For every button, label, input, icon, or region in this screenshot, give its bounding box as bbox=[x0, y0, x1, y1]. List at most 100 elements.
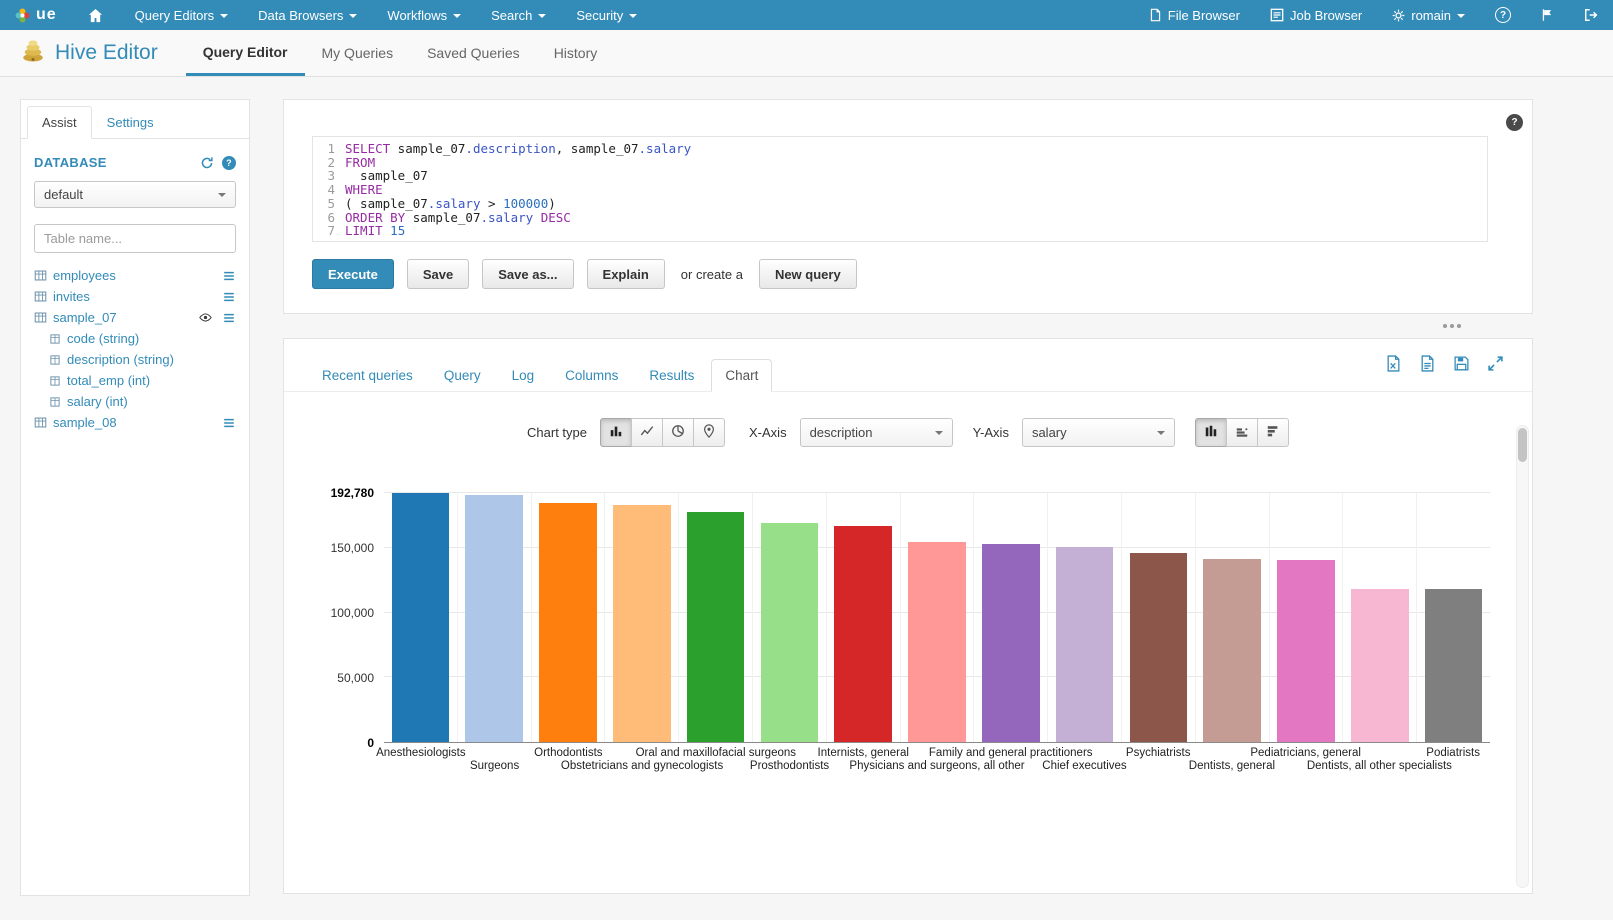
results-tabs: Recent queriesQueryLogColumnsResultsChar… bbox=[308, 359, 775, 391]
chart-bar[interactable] bbox=[761, 523, 819, 742]
table-icon bbox=[34, 311, 47, 324]
chart-bar[interactable] bbox=[982, 544, 1040, 742]
bars-stacked-button[interactable] bbox=[1226, 418, 1258, 447]
chart-type-map-button[interactable] bbox=[693, 418, 725, 447]
or-create-text: or create a bbox=[681, 267, 743, 282]
chevron-down-icon bbox=[538, 14, 546, 18]
chart-y-axis: 050,000100,000150,000192,780 bbox=[284, 493, 384, 743]
nav-menu-search[interactable]: Search bbox=[476, 0, 561, 30]
y-tick-label: 50,000 bbox=[337, 671, 374, 685]
home-button[interactable] bbox=[71, 0, 120, 30]
chart-bar[interactable] bbox=[1130, 553, 1188, 742]
results-tab-recent-queries[interactable]: Recent queries bbox=[308, 359, 427, 392]
chart-bar[interactable] bbox=[1425, 589, 1483, 742]
y-tick-label: 150,000 bbox=[331, 541, 374, 555]
brand-text: ue bbox=[36, 6, 57, 24]
main-column: ? 1SELECT sample_07.description, sample_… bbox=[283, 99, 1533, 894]
results-scrollbar[interactable] bbox=[1516, 425, 1529, 888]
chart-bar[interactable] bbox=[392, 493, 450, 742]
x-tick-label: Internists, general bbox=[818, 747, 909, 759]
results-tab-results[interactable]: Results bbox=[635, 359, 708, 392]
execute-button[interactable]: Execute bbox=[312, 259, 394, 289]
chart-bar[interactable] bbox=[1203, 559, 1261, 743]
y-axis-select[interactable]: salary bbox=[1022, 418, 1175, 447]
new-query-button[interactable]: New query bbox=[759, 259, 857, 289]
chart-bar[interactable] bbox=[539, 503, 597, 742]
nav-menu-data-browsers[interactable]: Data Browsers bbox=[243, 0, 372, 30]
hue-logo[interactable]: ue bbox=[0, 0, 71, 30]
flag-icon bbox=[1541, 8, 1554, 22]
table-icon bbox=[34, 416, 47, 429]
column-row[interactable]: description (string) bbox=[34, 349, 236, 370]
nav-menu-label: Query Editors bbox=[135, 8, 214, 23]
column-row[interactable]: total_emp (int) bbox=[34, 370, 236, 391]
line-chart-icon bbox=[640, 424, 654, 441]
chart-type-pie-button[interactable] bbox=[662, 418, 694, 447]
table-filter-input[interactable] bbox=[34, 224, 236, 253]
line-number: 4 bbox=[313, 183, 345, 197]
feedback-button[interactable] bbox=[1526, 0, 1569, 30]
bars-grouped-button[interactable] bbox=[1195, 418, 1227, 447]
chart-bar[interactable] bbox=[1056, 547, 1114, 743]
nav-menu-query-editors[interactable]: Query Editors bbox=[120, 0, 243, 30]
x-axis-select[interactable]: description bbox=[800, 418, 953, 447]
panel-resize-handle-icon[interactable] bbox=[1443, 324, 1447, 328]
sql-editor[interactable]: 1SELECT sample_07.description, sample_07… bbox=[312, 136, 1488, 242]
table-row-invites[interactable]: invites bbox=[34, 286, 236, 307]
chart-bar[interactable] bbox=[908, 542, 966, 742]
chart-bar[interactable] bbox=[613, 505, 671, 742]
logout-button[interactable] bbox=[1569, 0, 1613, 30]
assist-tab-settings[interactable]: Settings bbox=[92, 106, 169, 139]
results-card: Recent queriesQueryLogColumnsResultsChar… bbox=[283, 338, 1533, 894]
help-button[interactable]: ? bbox=[1480, 0, 1526, 30]
user-menu[interactable]: romain bbox=[1377, 0, 1480, 30]
fullscreen-icon[interactable] bbox=[1487, 355, 1504, 372]
download-csv-icon[interactable] bbox=[1419, 355, 1436, 372]
chart-bar[interactable] bbox=[1351, 589, 1409, 742]
nav-menu-security[interactable]: Security bbox=[561, 0, 652, 30]
database-select[interactable]: default bbox=[34, 181, 236, 208]
resize-row bbox=[283, 314, 1533, 338]
table-details-icon[interactable] bbox=[222, 416, 236, 430]
tab-my-queries[interactable]: My Queries bbox=[305, 30, 411, 76]
column-row[interactable]: code (string) bbox=[34, 328, 236, 349]
bars-horizontal-button[interactable] bbox=[1257, 418, 1289, 447]
column-row[interactable]: salary (int) bbox=[34, 391, 236, 412]
download-xls-icon[interactable] bbox=[1385, 355, 1402, 372]
editor-help-icon[interactable]: ? bbox=[1506, 114, 1523, 131]
tab-query-editor[interactable]: Query Editor bbox=[186, 30, 305, 76]
refresh-icon[interactable] bbox=[200, 156, 214, 170]
job-browser-link[interactable]: Job Browser bbox=[1255, 0, 1377, 30]
chart-type-line-button[interactable] bbox=[631, 418, 663, 447]
database-help-icon[interactable]: ? bbox=[222, 156, 236, 170]
table-details-icon[interactable] bbox=[222, 290, 236, 304]
results-tab-log[interactable]: Log bbox=[498, 359, 549, 392]
save-results-icon[interactable] bbox=[1453, 355, 1470, 372]
chart-bar[interactable] bbox=[1277, 560, 1335, 742]
table-details-icon[interactable] bbox=[222, 311, 236, 325]
eye-icon[interactable] bbox=[198, 311, 213, 324]
chart-type-bars-button[interactable] bbox=[600, 418, 632, 447]
chart-bar[interactable] bbox=[687, 512, 745, 742]
assist-tab-assist[interactable]: Assist bbox=[27, 106, 92, 139]
table-details-icon[interactable] bbox=[222, 269, 236, 283]
results-tab-query[interactable]: Query bbox=[430, 359, 495, 392]
table-row-employees[interactable]: employees bbox=[34, 265, 236, 286]
tab-history[interactable]: History bbox=[537, 30, 615, 76]
chart-bar[interactable] bbox=[465, 495, 523, 742]
nav-menu-workflows[interactable]: Workflows bbox=[372, 0, 476, 30]
stacked-bars-icon bbox=[1235, 424, 1249, 441]
results-tab-chart[interactable]: Chart bbox=[711, 359, 772, 392]
save-button[interactable]: Save bbox=[407, 259, 469, 289]
y-tick-label: 192,780 bbox=[331, 486, 374, 500]
table-row-sample-08[interactable]: sample_08 bbox=[34, 412, 236, 433]
chart-bar[interactable] bbox=[834, 526, 892, 742]
scrollbar-thumb[interactable] bbox=[1518, 428, 1527, 462]
file-browser-link[interactable]: File Browser bbox=[1134, 0, 1255, 30]
app-title[interactable]: Hive Editor bbox=[20, 30, 158, 76]
table-row-sample-07[interactable]: sample_07 bbox=[34, 307, 236, 328]
results-tab-columns[interactable]: Columns bbox=[551, 359, 632, 392]
tab-saved-queries[interactable]: Saved Queries bbox=[410, 30, 537, 76]
save-as-button[interactable]: Save as... bbox=[482, 259, 573, 289]
explain-button[interactable]: Explain bbox=[587, 259, 665, 289]
